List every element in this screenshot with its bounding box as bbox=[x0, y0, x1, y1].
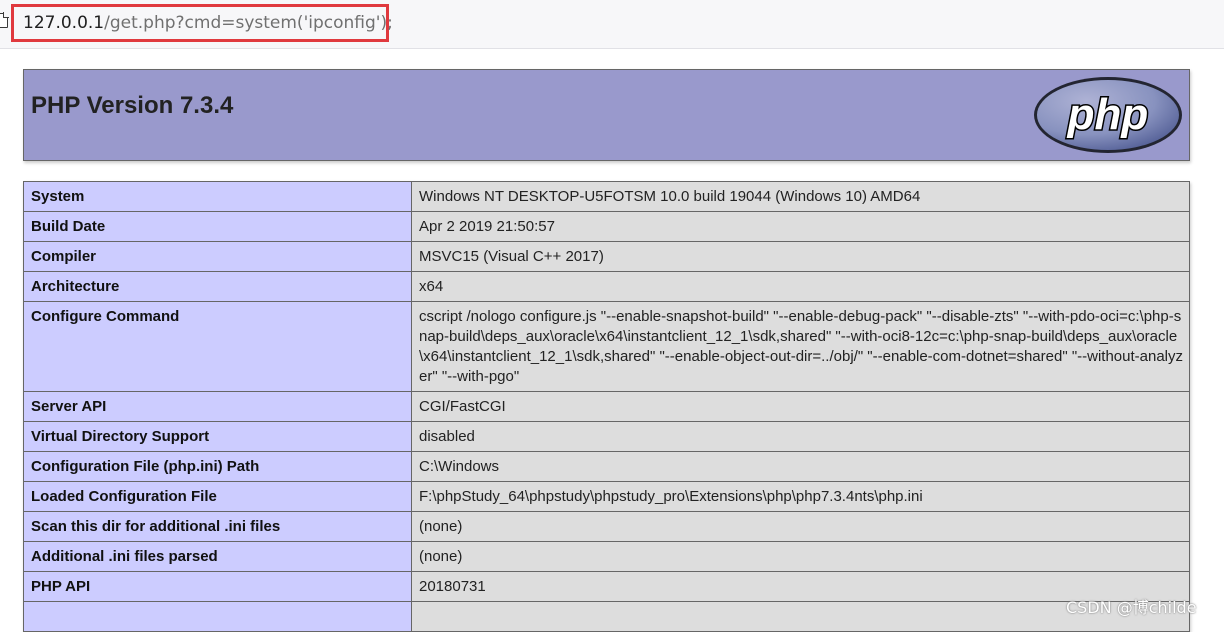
phpinfo-table: System Windows NT DESKTOP-U5FOTSM 10.0 bu… bbox=[23, 181, 1190, 632]
row-value: F:\phpStudy_64\phpstudy\phpstudy_pro\Ext… bbox=[411, 481, 1190, 512]
row-label: Server API bbox=[23, 391, 412, 422]
row-label: PHP API bbox=[23, 571, 412, 602]
table-row: Configuration File (php.ini) Path C:\Wind… bbox=[23, 451, 1190, 482]
row-value: x64 bbox=[411, 271, 1190, 302]
php-logo-text: php bbox=[1067, 90, 1149, 139]
table-row: PHP API 20180731 bbox=[23, 571, 1190, 602]
php-logo-icon: php bbox=[1034, 77, 1182, 153]
row-value: disabled bbox=[411, 421, 1190, 452]
phpinfo-header: PHP Version 7.3.4 php bbox=[23, 69, 1190, 161]
row-label: Loaded Configuration File bbox=[23, 481, 412, 512]
row-value: (none) bbox=[411, 511, 1190, 542]
url-input[interactable]: 127.0.0.1/get.php?cmd=system('ipconfig')… bbox=[23, 12, 393, 34]
row-label: Compiler bbox=[23, 241, 412, 272]
csdn-watermark: CSDN @博childe bbox=[1066, 598, 1197, 617]
row-value: MSVC15 (Visual C++ 2017) bbox=[411, 241, 1190, 272]
row-label: Scan this dir for additional .ini files bbox=[23, 511, 412, 542]
page-title: PHP Version 7.3.4 bbox=[31, 92, 234, 119]
row-value: CGI/FastCGI bbox=[411, 391, 1190, 422]
page-icon bbox=[0, 12, 9, 28]
row-label: System bbox=[23, 181, 412, 212]
table-row: Configure Command cscript /nologo configu… bbox=[23, 301, 1190, 392]
table-row: Server API CGI/FastCGI bbox=[23, 391, 1190, 422]
row-value: Apr 2 2019 21:50:57 bbox=[411, 211, 1190, 242]
row-label: Architecture bbox=[23, 271, 412, 302]
table-row: Compiler MSVC15 (Visual C++ 2017) bbox=[23, 241, 1190, 272]
table-row: Loaded Configuration File F:\phpStudy_64\… bbox=[23, 481, 1190, 512]
table-row: Build Date Apr 2 2019 21:50:57 bbox=[23, 211, 1190, 242]
row-label: Configuration File (php.ini) Path bbox=[23, 451, 412, 482]
row-label: Configure Command bbox=[23, 301, 412, 392]
row-label: Build Date bbox=[23, 211, 412, 242]
row-label: Virtual Directory Support bbox=[23, 421, 412, 452]
row-value: cscript /nologo configure.js "--enable-s… bbox=[411, 301, 1190, 392]
row-value: C:\Windows bbox=[411, 451, 1190, 482]
table-row: System Windows NT DESKTOP-U5FOTSM 10.0 bu… bbox=[23, 181, 1190, 212]
row-label bbox=[23, 601, 412, 632]
url-path: /get.php?cmd=system('ipconfig'); bbox=[104, 13, 393, 33]
row-label: Additional .ini files parsed bbox=[23, 541, 412, 572]
table-row: Additional .ini files parsed (none) bbox=[23, 541, 1190, 572]
table-row: Virtual Directory Support disabled bbox=[23, 421, 1190, 452]
browser-address-bar: 127.0.0.1/get.php?cmd=system('ipconfig')… bbox=[0, 0, 1224, 49]
url-host: 127.0.0.1 bbox=[23, 13, 105, 33]
table-row bbox=[23, 601, 1190, 632]
table-row: Scan this dir for additional .ini files(… bbox=[23, 511, 1190, 542]
table-row: Architecture x64 bbox=[23, 271, 1190, 302]
row-value: (none) bbox=[411, 541, 1190, 572]
row-value: Windows NT DESKTOP-U5FOTSM 10.0 build 19… bbox=[411, 181, 1190, 212]
